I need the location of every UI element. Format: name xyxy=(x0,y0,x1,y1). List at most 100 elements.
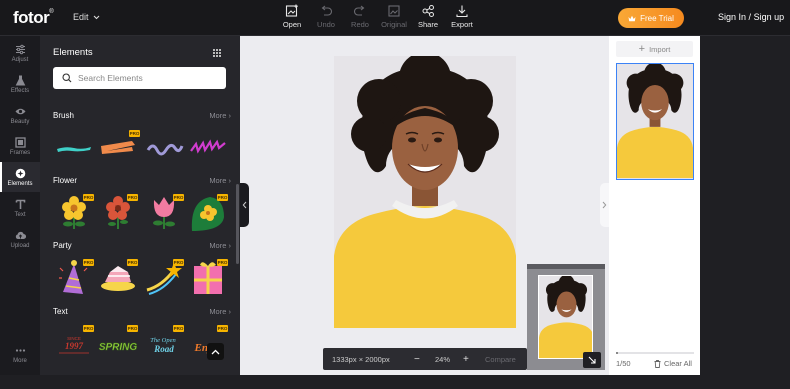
scroll-to-top-button[interactable] xyxy=(207,343,224,360)
rail-item-elements[interactable]: Elements xyxy=(0,162,40,192)
navigator-preview[interactable] xyxy=(538,275,593,359)
more-label: More xyxy=(209,176,227,185)
since-1997-sticker[interactable]: SINCE 1997 PRO xyxy=(54,322,94,366)
rail-item-adjust[interactable]: Adjust xyxy=(0,38,40,68)
chevron-right-icon xyxy=(602,201,607,209)
party-hat-sticker[interactable]: PRO xyxy=(54,256,94,300)
import-button[interactable]: + Import xyxy=(616,41,693,57)
image-dimensions: 1333px × 2000px xyxy=(332,354,390,364)
brush-orange-sticker[interactable]: PRO xyxy=(98,126,140,170)
brush-magenta-sticker[interactable] xyxy=(188,126,228,170)
open-road-sticker[interactable]: The Open Road PRO xyxy=(144,322,184,366)
image-original-icon xyxy=(388,5,400,17)
cloud-upload-icon xyxy=(15,231,26,239)
fotor-logo[interactable]: fotor® xyxy=(13,8,54,28)
section-title: Brush xyxy=(53,111,74,120)
free-trial-button[interactable]: Free Trial xyxy=(618,8,684,28)
export-button[interactable]: Export xyxy=(445,4,479,29)
rail-item-upload[interactable]: Upload xyxy=(0,224,40,254)
svg-text:The Open: The Open xyxy=(150,337,175,344)
bottom-margin xyxy=(0,375,790,389)
more-dots-icon xyxy=(15,348,25,352)
navigator-preview-image xyxy=(539,276,592,358)
zoom-in-button[interactable]: + xyxy=(463,354,469,365)
export-label: Export xyxy=(451,20,473,29)
share-button[interactable]: Share xyxy=(411,4,445,29)
fotor-editor: fotor® Edit Open Undo Redo Original Shar… xyxy=(0,0,790,389)
redo-button[interactable]: Redo xyxy=(343,4,377,29)
flask-icon xyxy=(15,75,25,85)
red-flower-sticker[interactable]: PRO xyxy=(98,191,138,235)
section-title: Party xyxy=(53,241,72,250)
grid-view-icon[interactable] xyxy=(213,49,221,57)
rail-item-more[interactable]: More xyxy=(0,339,40,369)
free-trial-label: Free Trial xyxy=(640,13,674,23)
right-margin xyxy=(700,36,790,375)
sliders-icon xyxy=(15,44,25,54)
green-leaf-flower-sticker[interactable]: PRO xyxy=(188,191,228,235)
zoom-out-button[interactable]: − xyxy=(414,354,420,365)
text-more-link[interactable]: More › xyxy=(209,307,231,316)
rail-item-beauty[interactable]: Beauty xyxy=(0,100,40,130)
rail-label: Upload xyxy=(10,242,30,249)
pro-badge: PRO xyxy=(129,130,140,137)
top-bar: fotor® Edit Open Undo Redo Original Shar… xyxy=(0,0,790,36)
yellow-flower-sticker[interactable]: PRO xyxy=(54,191,94,235)
pro-badge: PRO xyxy=(217,259,228,266)
brush-row: PRO xyxy=(54,126,230,170)
edit-menu[interactable]: Edit xyxy=(73,12,100,22)
logo-trademark: ® xyxy=(49,9,54,15)
logo-text: fotor xyxy=(13,8,50,27)
open-label: Open xyxy=(282,20,302,29)
svg-text:Road: Road xyxy=(153,344,174,354)
section-title: Flower xyxy=(53,176,78,185)
compare-button[interactable]: Compare xyxy=(485,355,516,364)
pro-badge: PRO xyxy=(173,259,184,266)
rail-item-text[interactable]: Text xyxy=(0,193,40,223)
sign-up-link[interactable]: Sign up xyxy=(754,12,785,22)
toolbar: Open Undo Redo Original Share Export xyxy=(275,4,479,29)
search-input[interactable] xyxy=(78,73,218,83)
section-party-header: Party More › xyxy=(53,241,231,253)
purple-squiggle-icon xyxy=(146,143,184,156)
brush-purple-sticker[interactable] xyxy=(144,126,184,170)
undo-button[interactable]: Undo xyxy=(309,4,343,29)
pink-tulip-sticker[interactable]: PRO xyxy=(144,191,184,235)
teal-brush-stroke-icon xyxy=(57,147,91,152)
flower-row: PRO PRO PRO PRO xyxy=(54,191,230,235)
panel-scrollbar[interactable] xyxy=(236,184,239,264)
page-thumbnail[interactable] xyxy=(616,63,694,180)
clear-all-button[interactable]: Clear All xyxy=(654,359,692,368)
elements-icon xyxy=(15,168,25,178)
flower-more-link[interactable]: More › xyxy=(209,176,231,185)
woman-photo[interactable] xyxy=(334,56,516,328)
open-button[interactable]: Open xyxy=(275,4,309,29)
sign-in-link[interactable]: Sign In xyxy=(718,12,746,22)
share-icon xyxy=(422,5,434,17)
brush-more-link[interactable]: More › xyxy=(209,111,231,120)
panel-title: Elements xyxy=(53,47,93,58)
crown-icon xyxy=(628,15,636,21)
page-thumbnail-image xyxy=(617,64,693,178)
rail-item-effects[interactable]: Effects xyxy=(0,69,40,99)
original-button[interactable]: Original xyxy=(377,4,411,29)
rail-item-frames[interactable]: Frames xyxy=(0,131,40,161)
more-label: More xyxy=(209,307,227,316)
navigator-toggle-button[interactable] xyxy=(583,352,601,368)
pro-badge: PRO xyxy=(83,194,94,201)
pages-panel: + Import 1/50 Clear All xyxy=(609,36,700,375)
more-label: More xyxy=(209,241,227,250)
gift-box-sticker[interactable]: PRO xyxy=(188,256,228,300)
party-more-link[interactable]: More › xyxy=(209,241,231,250)
expand-pages-button[interactable] xyxy=(600,183,609,227)
spring-sticker[interactable]: SPRING PRO xyxy=(98,322,138,366)
pages-progress-bar xyxy=(616,352,694,354)
brush-teal-sticker[interactable] xyxy=(54,126,94,170)
import-label: Import xyxy=(649,44,671,54)
pro-badge: PRO xyxy=(127,325,138,332)
cake-slice-sticker[interactable]: PRO xyxy=(98,256,138,300)
rail-label: Text xyxy=(14,211,26,218)
shooting-star-sticker[interactable]: PRO xyxy=(144,256,184,300)
pages-progress-fill xyxy=(616,352,618,354)
collapse-panel-button[interactable] xyxy=(240,183,249,227)
